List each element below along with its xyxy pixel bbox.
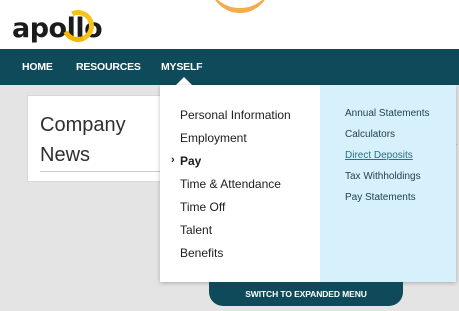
chevron-right-icon: › — [171, 154, 175, 166]
primary-menu-column: Personal Information Employment › Pay Ti… — [160, 85, 320, 282]
menu-item-pay[interactable]: Pay — [180, 154, 201, 168]
main-nav: HOME RESOURCES MYSELF — [0, 49, 459, 85]
submenu-item-annual-statements[interactable]: Annual Statements — [345, 108, 430, 119]
card-title-divider — [40, 171, 160, 172]
menu-item-time-off[interactable]: Time Off — [180, 200, 225, 214]
nav-resources[interactable]: RESOURCES — [76, 49, 141, 85]
submenu-column: Annual Statements Calculators Direct Dep… — [320, 85, 456, 282]
decorative-arc — [210, 0, 270, 13]
submenu-item-pay-statements[interactable]: Pay Statements — [345, 192, 416, 203]
submenu-item-calculators[interactable]: Calculators — [345, 129, 395, 140]
header: apollo — [0, 0, 459, 50]
submenu-item-tax-withholdings[interactable]: Tax Withholdings — [345, 171, 421, 182]
menu-item-benefits[interactable]: Benefits — [180, 246, 223, 260]
menu-item-employment[interactable]: Employment — [180, 131, 247, 145]
switch-to-expanded-menu-button[interactable]: SWITCH TO EXPANDED MENU — [209, 282, 403, 306]
menu-item-time-attendance[interactable]: Time & Attendance — [180, 177, 281, 191]
menu-pointer-icon — [176, 77, 192, 85]
menu-item-personal-information[interactable]: Personal Information — [180, 108, 291, 122]
menu-item-talent[interactable]: Talent — [180, 223, 212, 237]
myself-dropdown-menu: Personal Information Employment › Pay Ti… — [160, 85, 456, 282]
card-title: Company News Announcements — [40, 114, 126, 166]
nav-home[interactable]: HOME — [22, 49, 53, 85]
submenu-item-direct-deposits[interactable]: Direct Deposits — [345, 150, 413, 161]
